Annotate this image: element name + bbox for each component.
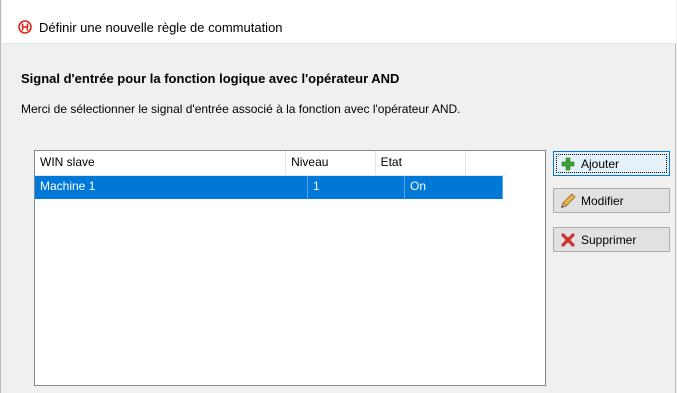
section-title: Signal d'entrée pour la fonction logique…	[21, 71, 400, 86]
column-header-etat[interactable]: Etat	[376, 151, 467, 175]
delete-button-label: Supprimer	[581, 232, 637, 247]
table-row[interactable]: Machine 1 1 On	[35, 176, 503, 199]
red-x-icon	[561, 232, 575, 247]
section-description: Merci de sélectionner le signal d'entrée…	[21, 102, 461, 116]
input-signal-table[interactable]: WIN slave Niveau Etat Machine 1 1 On	[34, 150, 546, 386]
title-bar: Définir une nouvelle règle de commutatio…	[2, 0, 676, 44]
table-header: WIN slave Niveau Etat	[35, 151, 505, 176]
add-button[interactable]: Ajouter	[553, 151, 670, 176]
window-title: Définir une nouvelle règle de commutatio…	[39, 20, 283, 35]
column-header-empty	[466, 151, 505, 175]
cell-etat: On	[405, 176, 503, 199]
logic-symbol-icon	[18, 20, 32, 34]
column-header-niveau[interactable]: Niveau	[286, 151, 376, 175]
green-plus-icon	[561, 157, 575, 170]
add-button-label: Ajouter	[581, 156, 620, 171]
cell-niveau: 1	[308, 176, 405, 199]
column-header-win-slave[interactable]: WIN slave	[35, 151, 287, 175]
edit-button-label: Modifier	[581, 193, 624, 208]
delete-button[interactable]: Supprimer	[553, 227, 670, 252]
dialog-window: Définir une nouvelle règle de commutatio…	[0, 0, 676, 393]
pencil-icon	[560, 192, 576, 208]
cell-win-slave: Machine 1	[35, 176, 308, 199]
edit-button[interactable]: Modifier	[553, 188, 670, 213]
